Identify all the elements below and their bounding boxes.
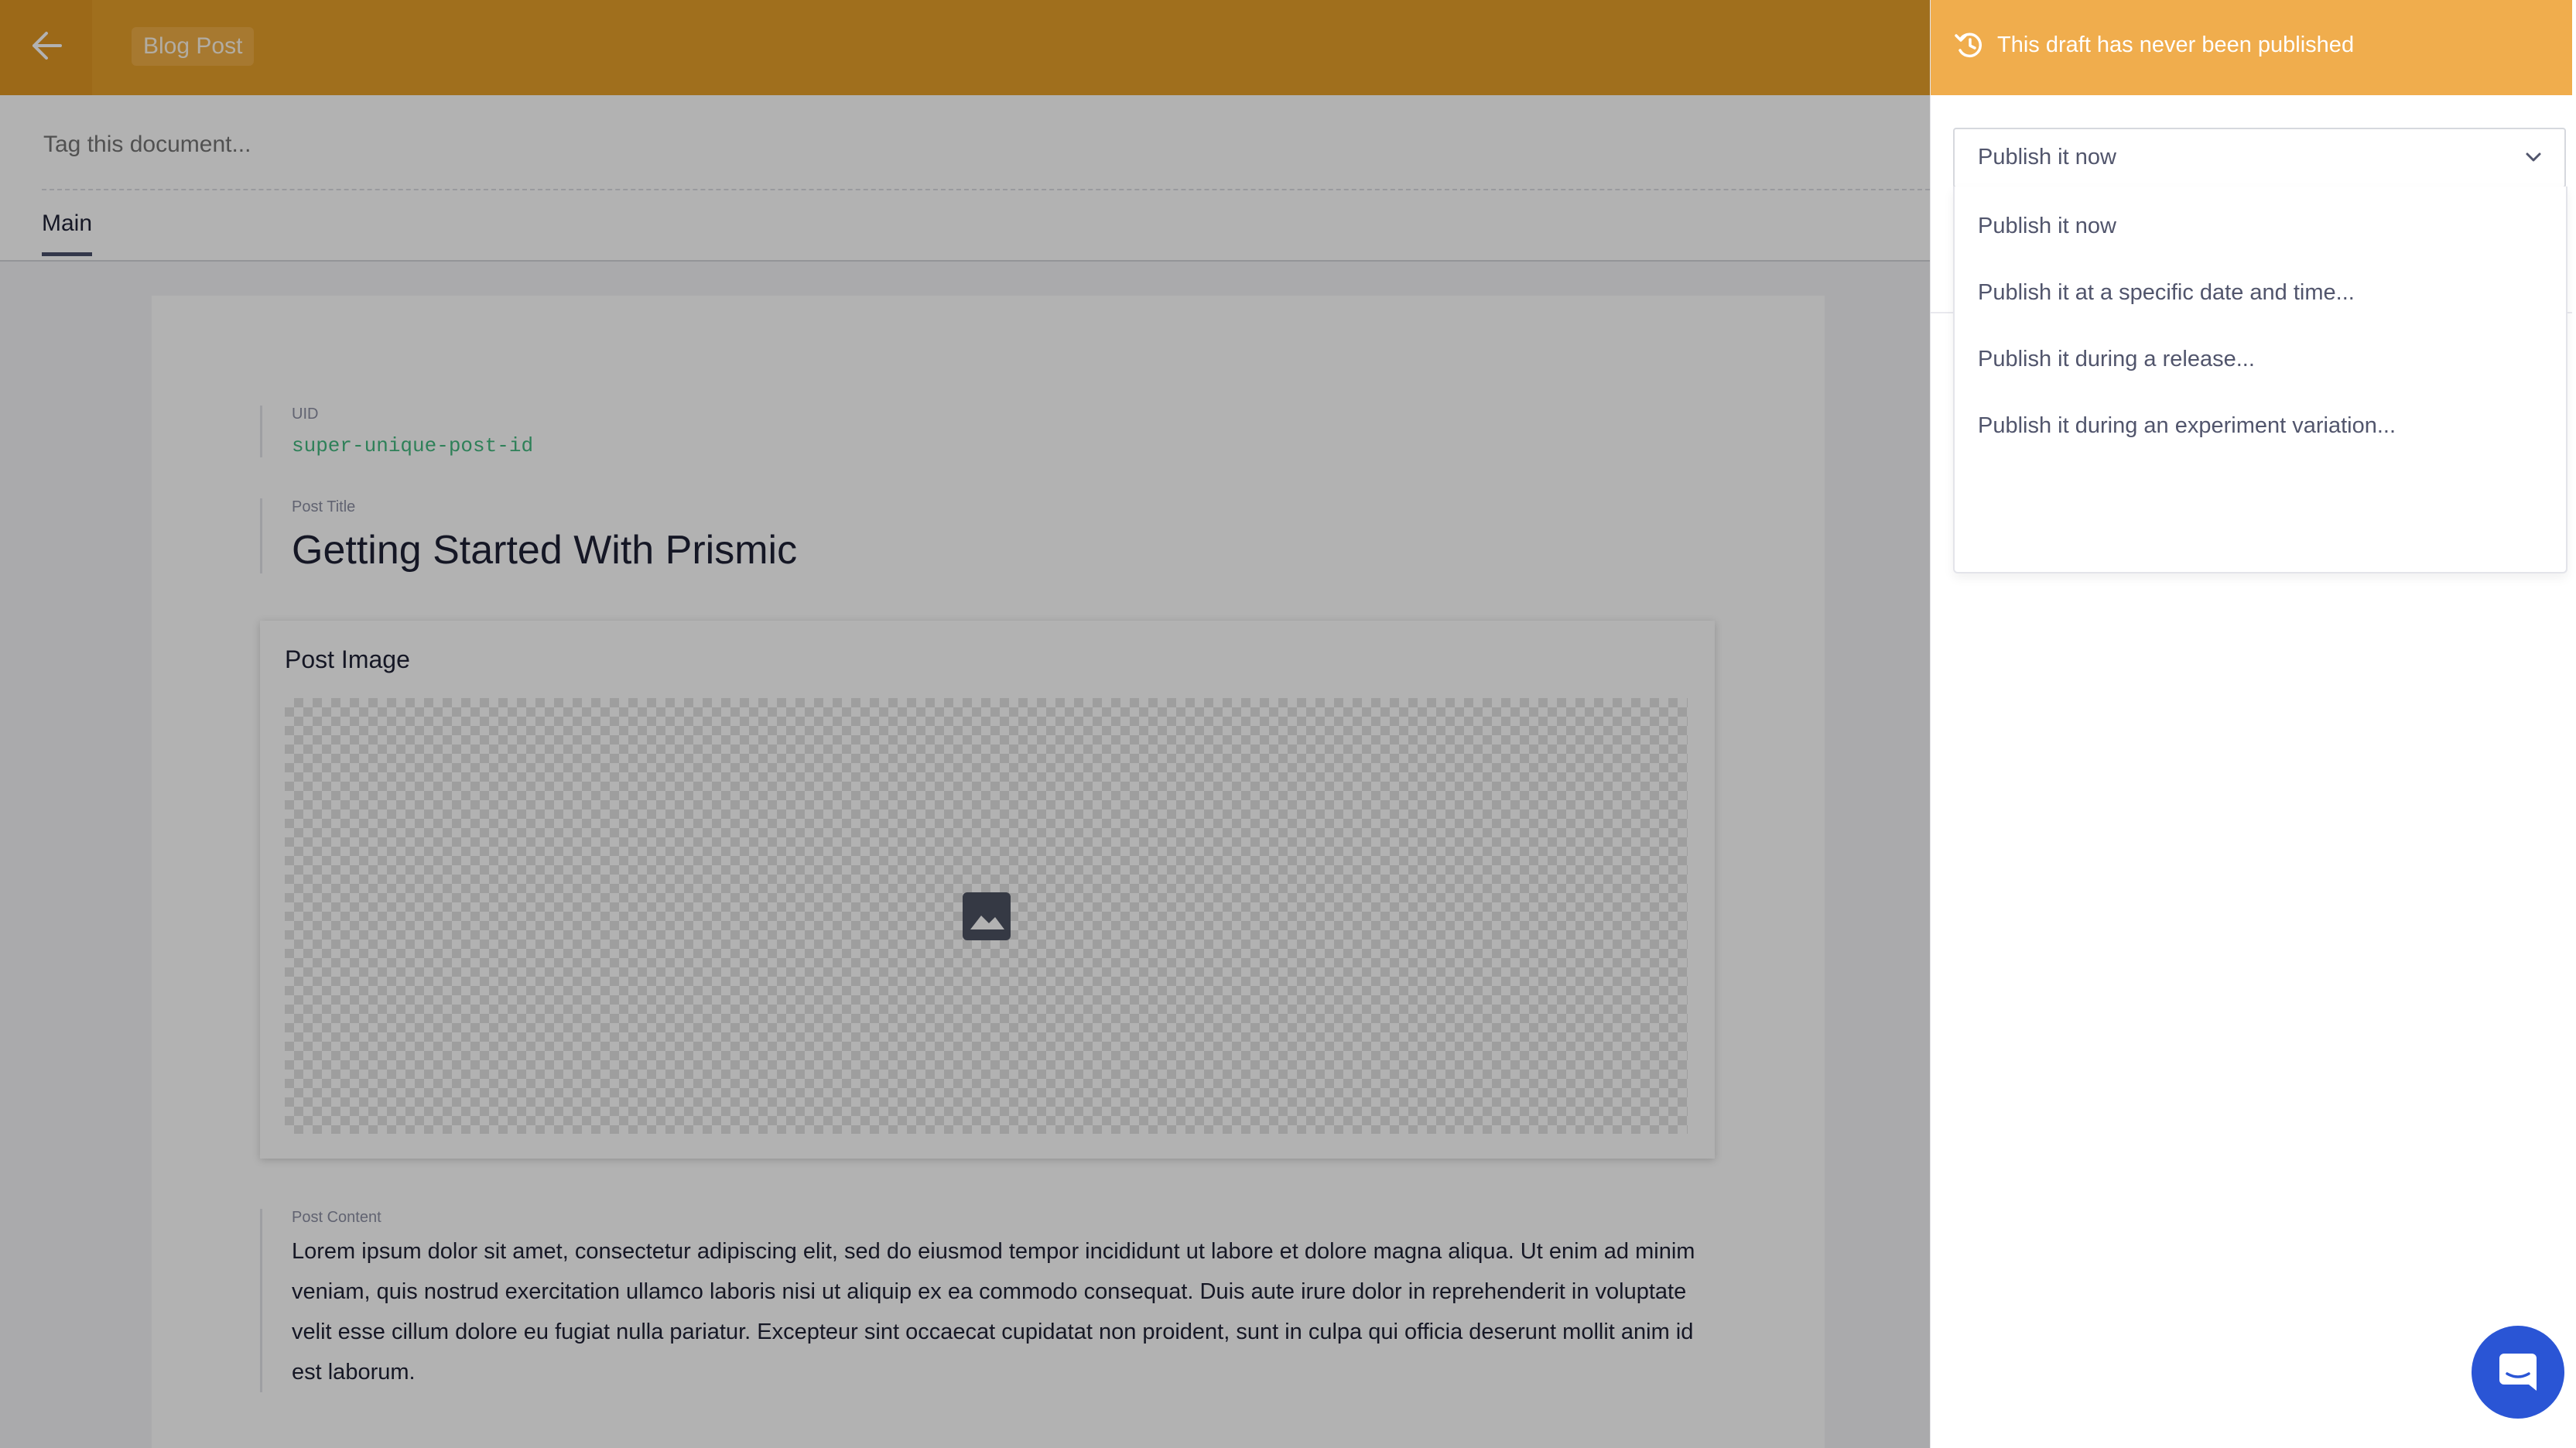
- post-title-field[interactable]: Post Title Getting Started With Prismic: [260, 498, 797, 573]
- image-icon: [962, 892, 1011, 940]
- tab-main[interactable]: Main: [42, 211, 93, 256]
- document-page: UID super-unique-post-id Post Title Gett…: [152, 296, 1825, 1448]
- uid-label: UID: [292, 406, 319, 423]
- arrow-left-icon: [29, 30, 63, 65]
- image-dropzone[interactable]: [285, 698, 1688, 1134]
- option-publish-now[interactable]: Publish it now: [1978, 214, 2116, 239]
- option-publish-scheduled[interactable]: Publish it at a specific date and time..…: [1978, 280, 2355, 306]
- back-button[interactable]: [0, 0, 92, 95]
- publish-mode-value: Publish it now: [1978, 145, 2116, 169]
- document-editor: Blog Post Main UID super-unique-post-id …: [0, 0, 1930, 1448]
- post-content-field[interactable]: Post Content Lorem ipsum dolor sit amet,…: [260, 1209, 1719, 1392]
- publish-options-dropdown: Publish it now Publish it at a specific …: [1953, 187, 2567, 573]
- uid-field[interactable]: UID super-unique-post-id: [260, 406, 533, 457]
- post-content-label: Post Content: [292, 1209, 381, 1226]
- tabs-bar: Main: [0, 190, 1930, 262]
- post-title-value[interactable]: Getting Started With Prismic: [292, 527, 797, 573]
- post-title-label: Post Title: [292, 498, 356, 515]
- tag-input[interactable]: [42, 131, 344, 159]
- draft-status-text: This draft has never been published: [1997, 33, 2355, 57]
- option-publish-experiment[interactable]: Publish it during an experiment variatio…: [1978, 413, 2396, 439]
- chat-launcher-button[interactable]: [2472, 1326, 2564, 1419]
- panel-header: This draft has never been published: [1931, 0, 2572, 95]
- publish-panel: This draft has never been published Publ…: [1930, 0, 2576, 1448]
- option-publish-release[interactable]: Publish it during a release...: [1978, 347, 2255, 372]
- post-image-field: Post Image: [260, 621, 1715, 1159]
- post-content-value[interactable]: Lorem ipsum dolor sit amet, consectetur …: [292, 1231, 1719, 1392]
- tag-bar: [0, 95, 1930, 190]
- publish-mode-select[interactable]: Publish it now: [1953, 128, 2566, 188]
- chevron-down-icon: [2523, 146, 2544, 172]
- document-type-label: Blog Post: [132, 27, 255, 66]
- uid-value[interactable]: super-unique-post-id: [292, 434, 533, 457]
- top-bar: Blog Post: [0, 0, 1930, 95]
- publish-options-section: Publish it now Publish it now Publish it…: [1931, 95, 2572, 573]
- history-icon: [1954, 29, 1985, 64]
- post-image-label: Post Image: [285, 645, 410, 673]
